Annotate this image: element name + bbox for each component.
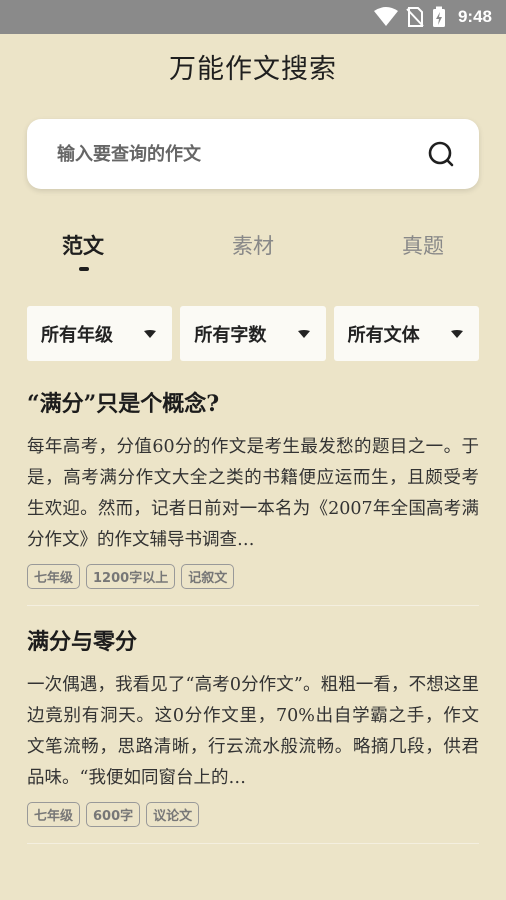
genre-filter-dropdown[interactable]: 所有文体 — [333, 306, 479, 361]
filter-label: 所有字数 — [194, 324, 267, 346]
article-excerpt: 一次偶遇，我看见了“高考0分作文”。粗粗一看，不想这里边竟别有洞天。这0分作文里… — [27, 675, 479, 788]
tab-label: 素材 — [231, 234, 274, 258]
tab-model-essays[interactable]: 范文 — [0, 225, 189, 275]
article-excerpt: 每年高考，分值60分的作文是考生最发愁的题目之一。于是，高考满分作文大全之类的书… — [27, 437, 479, 550]
status-bar: 9:48 — [0, 0, 506, 34]
tab-label: 范文 — [62, 234, 104, 258]
status-time: 9:48 — [457, 7, 492, 26]
filter-bar: 所有年级 所有字数 所有文体 — [27, 306, 479, 361]
list-item[interactable]: “满分”只是个概念? 每年高考，分值60分的作文是考生最发愁的题目之一。于是，高… — [27, 388, 479, 606]
grade-filter-dropdown[interactable]: 所有年级 — [27, 306, 173, 361]
tag-list: 七年级 600字 议论文 — [27, 802, 479, 827]
wifi-icon — [373, 7, 398, 27]
tag-word-count: 600字 — [86, 802, 141, 827]
active-tab-indicator — [79, 267, 89, 271]
no-sim-icon — [406, 7, 424, 27]
tag-word-count: 1200字以上 — [86, 564, 176, 589]
tag-grade: 七年级 — [27, 802, 81, 827]
caret-down-icon — [297, 329, 310, 339]
caret-down-icon — [450, 329, 463, 339]
tag-genre: 记叙文 — [181, 564, 235, 589]
caret-down-icon — [144, 329, 157, 339]
article-list: “满分”只是个概念? 每年高考，分值60分的作文是考生最发愁的题目之一。于是，高… — [27, 380, 479, 864]
filter-label: 所有年级 — [41, 324, 113, 346]
tab-exam-questions[interactable]: 真题 — [317, 225, 506, 275]
word-count-filter-dropdown[interactable]: 所有字数 — [180, 306, 326, 361]
search-bar[interactable] — [27, 119, 479, 189]
tag-genre: 议论文 — [146, 802, 200, 827]
filter-label: 所有文体 — [347, 324, 420, 346]
article-title: “满分”只是个概念? — [27, 391, 220, 417]
search-input[interactable] — [57, 143, 427, 165]
tag-grade: 七年级 — [27, 564, 81, 589]
tab-materials[interactable]: 素材 — [189, 225, 316, 275]
list-item[interactable]: 满分与零分 一次偶遇，我看见了“高考0分作文”。粗粗一看，不想这里边竟别有洞天。… — [27, 626, 479, 844]
battery-charging-icon — [432, 6, 446, 28]
category-tabs: 范文 素材 真题 — [0, 225, 506, 275]
search-icon[interactable] — [427, 140, 455, 168]
article-title: 满分与零分 — [27, 629, 138, 655]
tab-label: 真题 — [401, 234, 444, 258]
page-title: 万能作文搜索 — [169, 54, 337, 85]
tag-list: 七年级 1200字以上 记叙文 — [27, 564, 479, 589]
